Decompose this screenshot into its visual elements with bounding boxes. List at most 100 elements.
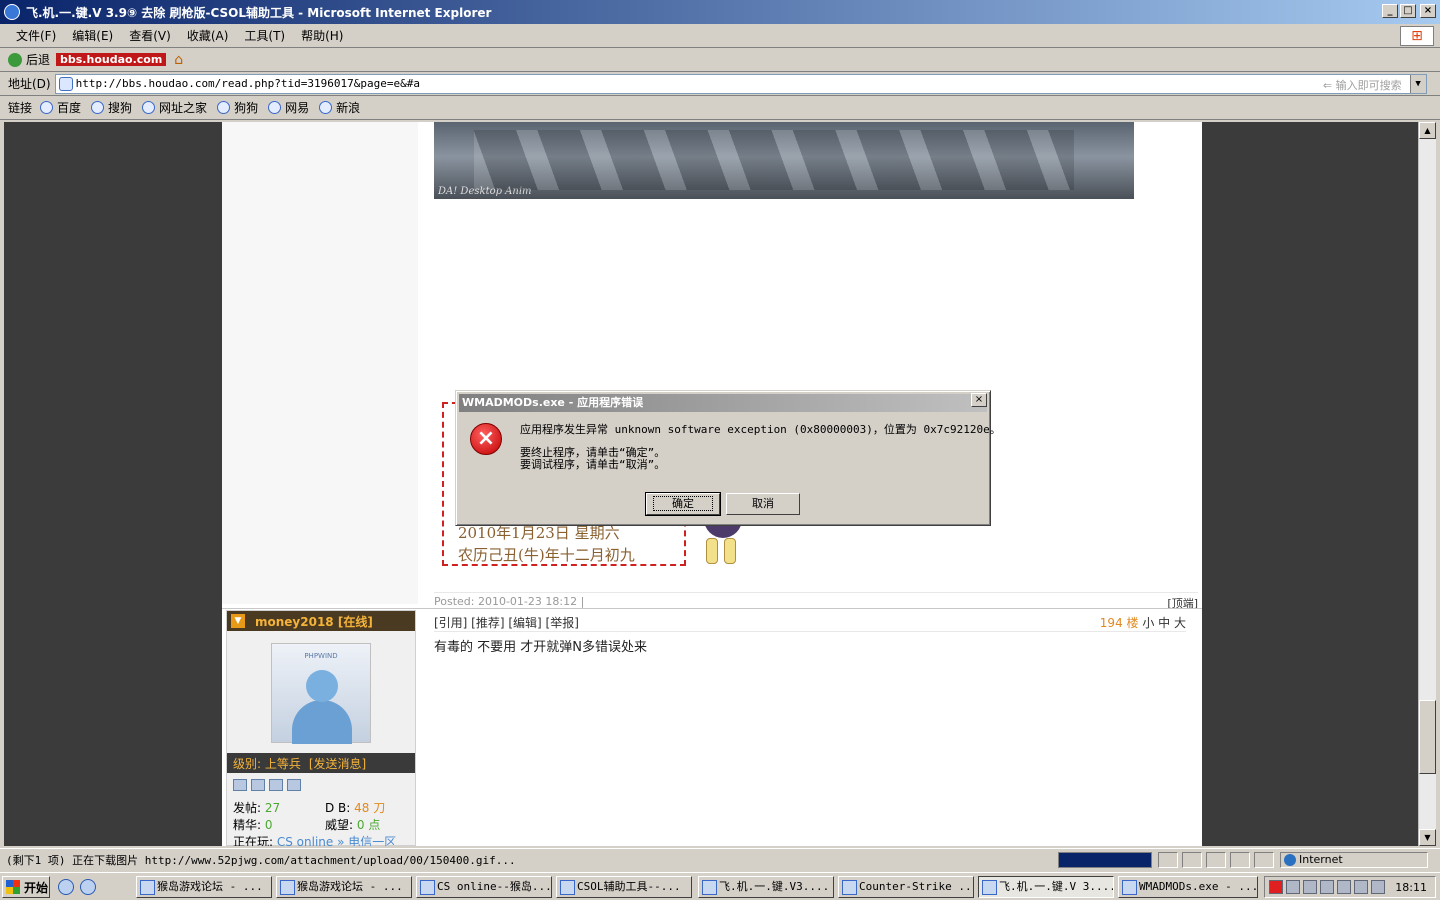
menu-tools[interactable]: 工具(T) [236, 25, 293, 46]
home-icon[interactable]: ⌂ [174, 52, 183, 68]
post-action-links[interactable]: [引用] [推荐] [编辑] [举报] [434, 616, 579, 630]
ok-button[interactable]: 确定 [645, 492, 721, 516]
user-info-panel: ▼ money2018 [在线] PHPWIND 级别: 上等兵 [发送消息] [226, 610, 416, 846]
taskbar-button[interactable]: CSOL辅助工具--... [556, 876, 692, 898]
scroll-down-icon[interactable]: ▼ [1419, 829, 1436, 846]
username[interactable]: money2018 [在线] [255, 613, 373, 630]
close-button[interactable]: × [1420, 4, 1436, 18]
vertical-scrollbar[interactable]: ▲ ▼ [1418, 122, 1436, 846]
star-icon[interactable] [1320, 880, 1334, 894]
taskbar: 开始 猴岛游戏论坛 - ... 猴岛游戏论坛 - ... CS online--… [0, 872, 1440, 900]
link-163[interactable]: 网易 [268, 99, 309, 116]
shield-icon[interactable] [1303, 880, 1317, 894]
window-controls: _ □ × [1382, 4, 1436, 18]
link-label: 网址之家 [159, 101, 208, 115]
calendar-lunar: 农历己丑(牛)年十二月初九 [458, 546, 635, 564]
error-icon: × [470, 423, 502, 455]
elite-value: 0 [264, 818, 273, 832]
menu-view[interactable]: 查看(V) [121, 25, 179, 46]
ie-page-icon [319, 101, 333, 114]
popup-blocker-icon[interactable] [1230, 852, 1250, 868]
collapse-arrow-icon[interactable]: ▼ [231, 614, 245, 628]
user-stats: 发帖: 27 D B: 48 刀 精华: 0 威望: 0 点 正在玩: CS o… [233, 799, 417, 846]
avatar: PHPWIND [271, 643, 371, 744]
avatar-torso [292, 700, 352, 744]
link-label: 搜狗 [108, 101, 133, 115]
playing-label: 正在玩: [233, 835, 274, 846]
elite-label: 精华: [233, 818, 262, 832]
playing-value[interactable]: CS online » 电信一区 [277, 835, 396, 846]
sogou-ime-icon[interactable] [1269, 880, 1283, 894]
post-actions: [引用] [推荐] [编辑] [举报] 194 楼 小 中 大 [434, 614, 1186, 632]
progress-fill [1059, 853, 1151, 867]
font-size-links[interactable]: 小 中 大 [1142, 616, 1186, 630]
start-button[interactable]: 开始 [2, 876, 50, 898]
error-dialog: WMADMODs.exe - 应用程序错误 × × 应用程序发生异常 unkno… [455, 390, 1001, 526]
taskbar-button[interactable]: WMADMODs.exe - ... [1118, 876, 1258, 898]
cancel-button[interactable]: 取消 [726, 493, 800, 515]
back-label: 后退 [26, 53, 51, 67]
avatar-head [306, 670, 338, 702]
standard-toolbar: 后退 bbs.houdao.com ⌂ [0, 48, 1440, 72]
link-sina[interactable]: 新浪 [319, 99, 360, 116]
link-sogou[interactable]: 搜狗 [91, 99, 132, 116]
search-hint: ⇐ 输入即可搜索 [1322, 78, 1402, 92]
quicklaunch-ie-icon[interactable] [80, 879, 96, 895]
previous-post-sidebar [222, 122, 418, 604]
post-separator [222, 608, 1202, 609]
link-baidu[interactable]: 百度 [40, 99, 81, 116]
profile-icon[interactable] [233, 779, 247, 791]
menu-edit[interactable]: 编辑(E) [64, 25, 121, 46]
posts-label: 发帖: [233, 801, 262, 815]
ie-page-icon [40, 101, 54, 114]
taskbar-button[interactable]: 猴岛游戏论坛 - ... [136, 876, 272, 898]
taskbar-button[interactable]: 飞.机.一.键.V3.... [698, 876, 834, 898]
taskbar-button[interactable]: CS online--猴岛... [416, 876, 552, 898]
ie-page-icon [142, 101, 156, 114]
ie-page-icon [217, 101, 231, 114]
scroll-thumb[interactable] [1419, 700, 1436, 774]
taskbar-button[interactable]: 猴岛游戏论坛 - ... [276, 876, 412, 898]
ie-page-icon [268, 101, 282, 114]
address-dropdown-icon[interactable]: ▼ [1409, 74, 1426, 93]
ie-icon [4, 4, 20, 20]
prestige-label: 威望: [325, 818, 354, 832]
back-button[interactable]: 后退 [8, 51, 50, 68]
posts-icon[interactable] [251, 779, 265, 791]
links-label: 链接 [8, 101, 33, 115]
floor-number: 194 楼 [1099, 616, 1139, 630]
add-friend-icon[interactable] [269, 779, 283, 791]
windows-flag-icon [6, 880, 20, 894]
taskbar-button-active[interactable]: 飞.机.一.键.V 3.... [978, 876, 1114, 898]
quicklaunch-ie-icon[interactable] [58, 879, 74, 895]
link-label: 狗狗 [234, 101, 259, 115]
dialog-close-button[interactable]: × [971, 393, 987, 407]
link-hao123[interactable]: 网址之家 [142, 99, 207, 116]
mascot-leg [706, 538, 718, 564]
volume-icon[interactable] [1354, 880, 1368, 894]
menu-help[interactable]: 帮助(H) [293, 25, 351, 46]
maximize-button[interactable]: □ [1400, 4, 1416, 18]
scroll-up-icon[interactable]: ▲ [1419, 122, 1436, 139]
address-bar: 地址(D) http://bbs.houdao.com/read.php?tid… [0, 72, 1440, 96]
link-label: 网易 [285, 101, 310, 115]
send-message-link[interactable]: [发送消息] [309, 755, 366, 772]
taskbar-button[interactable]: Counter-Strike ... [838, 876, 974, 898]
address-url: http://bbs.houdao.com/read.php?tid=31960… [75, 77, 420, 90]
address-label: 地址(D) [8, 77, 51, 91]
link-gougou[interactable]: 狗狗 [217, 99, 258, 116]
network-icon[interactable] [1337, 880, 1351, 894]
message-icon[interactable] [287, 779, 301, 791]
globe-icon [1284, 854, 1296, 866]
status-pane [1158, 852, 1178, 868]
menu-favorites[interactable]: 收藏(A) [179, 25, 237, 46]
minimize-button[interactable]: _ [1382, 4, 1398, 18]
menu-file[interactable]: 文件(F) [8, 25, 64, 46]
post-content: 有毒的 不要用 才开就弹N多错误处来 [434, 640, 647, 655]
pen-icon[interactable] [1286, 880, 1300, 894]
image-caption: DA! Desktop Anim [438, 186, 532, 197]
address-input[interactable]: http://bbs.houdao.com/read.php?tid=31960… [54, 73, 1427, 94]
security-icon[interactable] [1371, 880, 1385, 894]
user-header: ▼ money2018 [在线] [227, 611, 415, 631]
window-titlebar: 飞.机.一.键.V 3.9⑨ 去除 刷枪版-CSOL辅助工具 - Microso… [0, 0, 1440, 24]
